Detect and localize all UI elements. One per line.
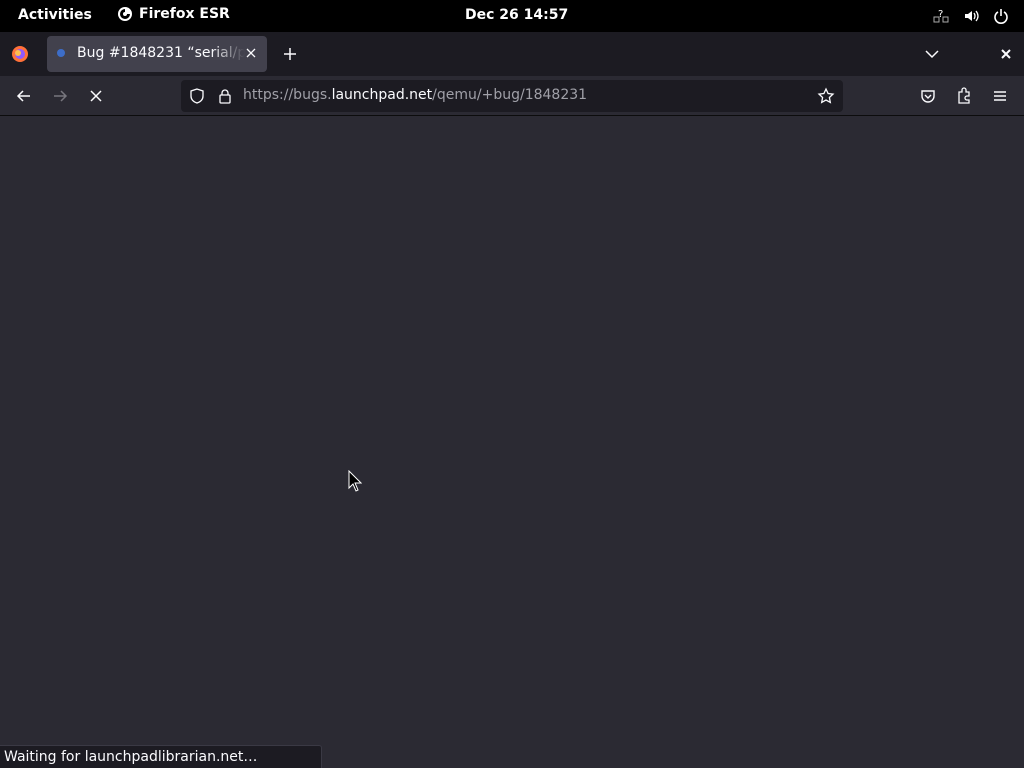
- url-host: launchpad.net: [331, 87, 433, 103]
- bookmark-star-icon[interactable]: [817, 87, 835, 105]
- network-unknown-icon[interactable]: ?: [932, 7, 950, 25]
- system-top-bar: Activities Firefox ESR Dec 26 14:57 ?: [0, 0, 1024, 32]
- tab-title: Bug #1848231 “serial/parallel: [77, 45, 245, 61]
- status-panel: Waiting for launchpadlibrarian.net…: [0, 745, 322, 768]
- power-icon[interactable]: [992, 7, 1010, 25]
- extensions-puzzle-icon[interactable]: [954, 86, 974, 106]
- stop-loading-icon[interactable]: [86, 86, 106, 106]
- tab-bug-1848231[interactable]: Bug #1848231 “serial/parallel: [47, 36, 267, 72]
- pocket-icon[interactable]: [918, 86, 938, 106]
- firefox-app-icon: [117, 6, 133, 22]
- clock[interactable]: Dec 26 14:57: [465, 7, 568, 23]
- firefox-view-icon[interactable]: [10, 44, 30, 64]
- new-tab-icon[interactable]: [280, 44, 300, 64]
- back-arrow-icon[interactable]: [14, 86, 34, 106]
- activities-button[interactable]: Activities: [18, 7, 92, 23]
- svg-text:?: ?: [938, 9, 943, 20]
- mouse-pointer-icon: [348, 470, 362, 492]
- launchpad-favicon-icon: [57, 49, 65, 57]
- tracking-protection-shield-icon[interactable]: [189, 88, 205, 104]
- tab-strip: Bug #1848231 “serial/parallel: [0, 32, 1024, 76]
- window-close-icon[interactable]: [996, 44, 1016, 64]
- list-all-tabs-chevron-icon[interactable]: [922, 44, 942, 64]
- system-tray[interactable]: ?: [932, 7, 1010, 25]
- app-menu[interactable]: Firefox ESR: [117, 6, 230, 22]
- tab-close-icon[interactable]: [243, 45, 259, 61]
- volume-icon[interactable]: [962, 7, 980, 25]
- forward-arrow-icon[interactable]: [50, 86, 70, 106]
- hamburger-menu-icon[interactable]: [990, 86, 1010, 106]
- url-path: /qemu/+bug/1848231: [432, 87, 588, 103]
- lock-icon[interactable]: [217, 88, 233, 104]
- url-scheme: https://bugs.: [243, 87, 332, 103]
- address-bar[interactable]: https://bugs.launchpad.net/qemu/+bug/184…: [181, 80, 843, 112]
- app-name-label: Firefox ESR: [139, 6, 230, 22]
- url-text[interactable]: https://bugs.launchpad.net/qemu/+bug/184…: [243, 87, 587, 103]
- page-content-area[interactable]: [0, 117, 1024, 768]
- navigation-toolbar: https://bugs.launchpad.net/qemu/+bug/184…: [0, 76, 1024, 116]
